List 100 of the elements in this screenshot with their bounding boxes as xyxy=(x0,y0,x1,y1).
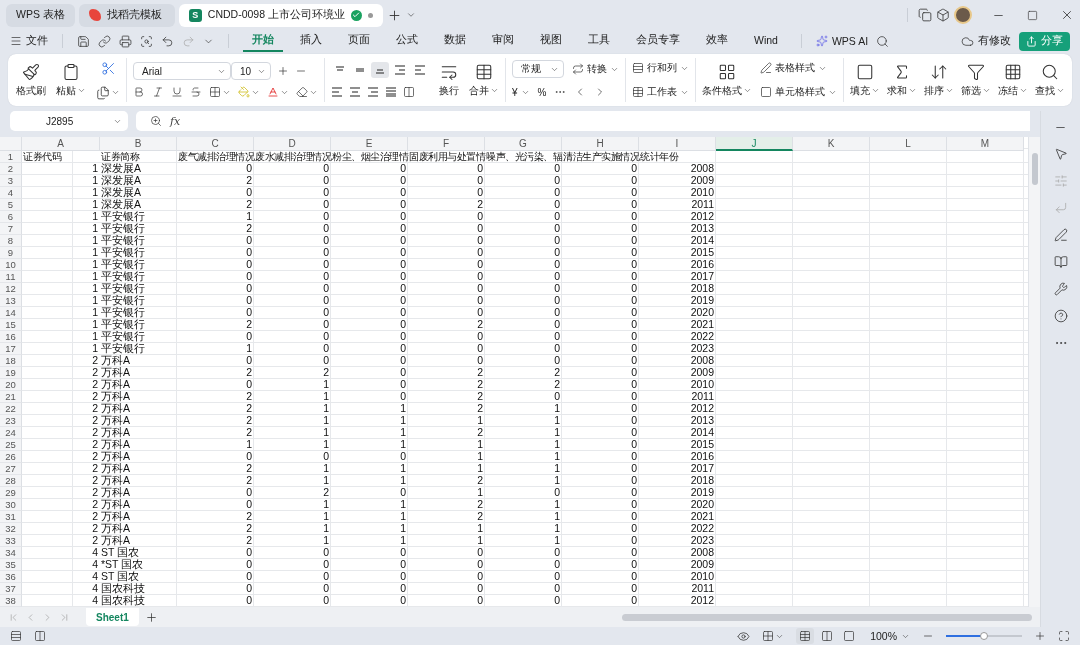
currency-button[interactable]: ¥ xyxy=(512,84,530,100)
row-number[interactable]: 17 xyxy=(0,343,22,355)
row-number[interactable]: 8 xyxy=(0,235,22,247)
tools-icon[interactable] xyxy=(1053,282,1068,296)
save-status-button[interactable]: 有修改 xyxy=(961,31,1011,51)
ribbon-tab[interactable]: 开始 xyxy=(243,30,283,52)
ribbon-tab[interactable]: Wind xyxy=(745,30,787,52)
close-icon[interactable] xyxy=(1060,8,1074,22)
row-number[interactable]: 24 xyxy=(0,427,22,439)
ribbon-tab[interactable]: 审阅 xyxy=(483,30,523,52)
row-number[interactable]: 29 xyxy=(0,487,22,499)
print-icon[interactable] xyxy=(119,34,132,48)
row-number[interactable]: 16 xyxy=(0,331,22,343)
convert-button[interactable]: 转换 xyxy=(572,61,619,77)
column-header[interactable]: H xyxy=(562,137,639,151)
editing-button[interactable]: 冻结 xyxy=(998,62,1028,98)
row-number[interactable]: 34 xyxy=(0,547,22,559)
row-number[interactable]: 7 xyxy=(0,223,22,235)
column-header[interactable]: D xyxy=(254,137,331,151)
font-size-field[interactable]: 10 xyxy=(231,62,271,80)
column-header[interactable]: B xyxy=(100,137,177,151)
column-header[interactable]: A xyxy=(22,137,100,151)
panel-icon[interactable] xyxy=(34,630,46,642)
file-menu[interactable]: 文件 xyxy=(10,31,48,51)
row-number[interactable]: 4 xyxy=(0,187,22,199)
format-painter-button[interactable]: 格式刷 xyxy=(16,62,46,98)
row-number[interactable]: 32 xyxy=(0,523,22,535)
row-number[interactable]: 11 xyxy=(0,271,22,283)
rows-columns-button[interactable]: 行和列 xyxy=(632,60,689,76)
editing-button[interactable]: 筛选 xyxy=(961,62,991,98)
column-header[interactable]: K xyxy=(793,137,870,151)
column-header[interactable]: L xyxy=(870,137,947,151)
maximize-icon[interactable] xyxy=(1027,9,1038,21)
add-sheet-icon[interactable] xyxy=(144,610,158,624)
undo-icon[interactable] xyxy=(161,34,174,48)
name-box[interactable]: J2895 xyxy=(10,111,128,131)
column-header[interactable]: I xyxy=(639,137,716,151)
row-number[interactable]: 28 xyxy=(0,475,22,487)
row-number[interactable]: 21 xyxy=(0,391,22,403)
row-number[interactable]: 30 xyxy=(0,499,22,511)
cube-icon[interactable] xyxy=(936,8,950,22)
percent-button[interactable]: % xyxy=(537,84,547,100)
font-name-field[interactable]: Arial xyxy=(133,62,231,80)
cell-style-button[interactable]: 单元格样式 xyxy=(760,84,837,100)
editing-button[interactable]: 填充 xyxy=(850,62,880,98)
align-button[interactable] xyxy=(371,62,389,78)
row-number[interactable]: 12 xyxy=(0,283,22,295)
window-tab[interactable]: S CNDD-0098 上市公司环境业 xyxy=(178,3,383,27)
sheet-tab[interactable]: Sheet1 xyxy=(86,608,139,626)
editing-button[interactable]: 求和 xyxy=(887,62,917,98)
pointer-icon[interactable] xyxy=(1053,147,1068,161)
row-number[interactable]: 2 xyxy=(0,163,22,175)
eraser-icon[interactable] xyxy=(296,86,308,98)
row-number[interactable]: 3 xyxy=(0,175,22,187)
column-header[interactable]: C xyxy=(177,137,254,151)
scissors-icon[interactable] xyxy=(100,60,116,76)
zoom-in-icon[interactable] xyxy=(1034,630,1046,642)
print-preview-icon[interactable] xyxy=(140,34,153,48)
number-format-field[interactable]: 常规 xyxy=(512,60,564,78)
vertical-scrollbar[interactable] xyxy=(1028,137,1040,607)
row-number[interactable]: 25 xyxy=(0,439,22,451)
ai-button[interactable]: WPS AI xyxy=(815,31,869,51)
row-number[interactable]: 36 xyxy=(0,571,22,583)
font-color-icon[interactable] xyxy=(267,86,279,98)
column-header[interactable]: G xyxy=(485,137,562,151)
copy-icon[interactable] xyxy=(96,85,110,100)
row-number[interactable]: 1 xyxy=(0,151,22,163)
window-tab[interactable]: WPS 表格 xyxy=(6,3,75,27)
row-number[interactable]: 19 xyxy=(0,367,22,379)
column-header[interactable]: F xyxy=(408,137,485,151)
border-icon[interactable] xyxy=(209,86,221,98)
window-copy-icon[interactable] xyxy=(918,8,932,22)
tab-list-icon[interactable] xyxy=(405,10,416,20)
row-number[interactable]: 10 xyxy=(0,259,22,271)
row-number[interactable]: 23 xyxy=(0,415,22,427)
fill-color-icon[interactable] xyxy=(238,86,250,98)
save-icon[interactable] xyxy=(77,34,90,48)
layout-icon[interactable] xyxy=(762,630,775,642)
fullscreen-icon[interactable] xyxy=(1058,630,1070,642)
row-number[interactable]: 13 xyxy=(0,295,22,307)
search-icon[interactable] xyxy=(876,34,890,48)
editing-button[interactable]: 查找 xyxy=(1035,62,1065,98)
row-number[interactable]: 37 xyxy=(0,583,22,595)
row-number[interactable]: 9 xyxy=(0,247,22,259)
macro-icon[interactable] xyxy=(10,630,22,642)
underline-icon[interactable] xyxy=(171,86,183,98)
row-number[interactable]: 15 xyxy=(0,319,22,331)
help-icon[interactable] xyxy=(1053,309,1068,323)
pen-icon[interactable] xyxy=(1053,228,1068,242)
row-number[interactable]: 27 xyxy=(0,463,22,475)
bold-icon[interactable] xyxy=(133,86,145,98)
zoom-menu[interactable]: 100% xyxy=(870,626,910,645)
eye-icon[interactable] xyxy=(737,629,751,643)
strikethrough-icon[interactable] xyxy=(190,86,202,98)
link-icon[interactable] xyxy=(98,34,111,48)
ribbon-tab[interactable]: 工具 xyxy=(579,30,619,52)
editing-button[interactable]: 排序 xyxy=(924,62,954,98)
grow-font-icon[interactable] xyxy=(277,65,289,77)
column-header[interactable]: M xyxy=(947,137,1024,151)
window-tab[interactable]: 找稻壳模板 xyxy=(78,3,175,27)
